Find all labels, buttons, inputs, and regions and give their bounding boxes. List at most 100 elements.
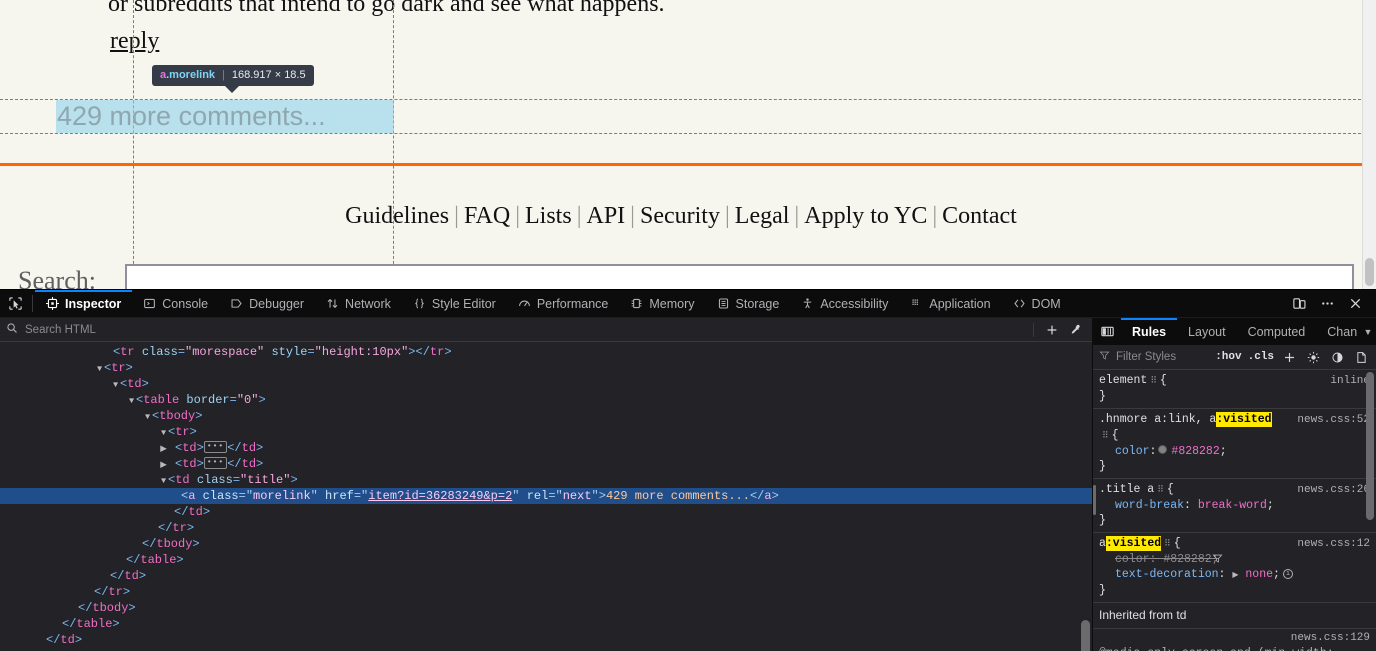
sun-icon[interactable] xyxy=(1304,348,1322,366)
markup-node[interactable]: </td> xyxy=(0,504,1092,520)
cls-toggle-button[interactable]: .cls xyxy=(1248,351,1274,363)
search-html-input[interactable]: Search HTML xyxy=(6,322,1021,337)
responsive-design-mode-icon[interactable] xyxy=(1286,291,1312,317)
footer-link-lists[interactable]: Lists xyxy=(525,203,572,229)
css-declaration[interactable]: text-decoration: ▶ none;i xyxy=(1099,567,1370,583)
meatball-menu-icon[interactable] xyxy=(1314,291,1340,317)
markup-node[interactable]: </tbody> xyxy=(0,600,1092,616)
rule-selector[interactable]: a xyxy=(1099,536,1106,551)
css-property-name[interactable]: color xyxy=(1115,445,1150,458)
collapsed-children-badge[interactable]: ••• xyxy=(204,457,227,469)
markup-node[interactable]: ▼<table border="0"> xyxy=(0,392,1092,408)
matched-selectors-icon[interactable]: ⠿ xyxy=(1157,483,1164,498)
node-attr-value[interactable]: morelink xyxy=(253,489,311,503)
tab-storage[interactable]: Storage xyxy=(706,290,791,318)
matched-selectors-icon[interactable]: ⠿ xyxy=(1164,537,1171,552)
twisty-expanded-icon[interactable]: ▼ xyxy=(143,409,152,425)
tab-performance[interactable]: Performance xyxy=(507,290,620,318)
css-property-name[interactable]: text-decoration xyxy=(1115,568,1219,581)
page-icon[interactable] xyxy=(1352,348,1370,366)
css-property-name[interactable]: word-break xyxy=(1115,499,1184,512)
markup-node[interactable]: </table> xyxy=(0,616,1092,632)
footer-link-contact[interactable]: Contact xyxy=(942,203,1017,229)
color-swatch-icon[interactable] xyxy=(1158,445,1167,454)
css-declaration[interactable]: color:#828282; xyxy=(1099,444,1370,459)
twisty-expanded-icon[interactable]: ▼ xyxy=(159,473,168,489)
matched-selectors-icon[interactable]: ⠿ xyxy=(1150,374,1157,389)
twisty-expanded-icon[interactable]: ▼ xyxy=(95,361,104,377)
markup-node[interactable]: <tr class="morespace" style="height:10px… xyxy=(0,344,1092,360)
footer-link-faq[interactable]: FAQ xyxy=(464,203,510,229)
tab-application[interactable]: Application xyxy=(899,290,1001,318)
rule-selector[interactable]: .hnmore a:link, a xyxy=(1099,412,1216,427)
node-text-content[interactable]: 429 more comments... xyxy=(606,489,750,503)
sidebar-tab-computed[interactable]: Computed xyxy=(1237,318,1317,345)
tab-style-editor[interactable]: Style Editor xyxy=(402,290,507,318)
info-icon[interactable]: i xyxy=(1283,569,1293,579)
plus-icon[interactable] xyxy=(1041,320,1063,340)
markup-node[interactable]: </tr> xyxy=(0,520,1092,536)
reply-link[interactable]: reply xyxy=(110,28,159,55)
twisty-collapsed-icon[interactable]: ▶ xyxy=(159,441,168,457)
node-attr-name[interactable]: rel xyxy=(527,489,549,503)
eyedropper-icon[interactable] xyxy=(1064,320,1086,340)
sidebar-tab-changes[interactable]: Chan xyxy=(1316,318,1359,345)
tab-console[interactable]: Console xyxy=(132,290,219,318)
sidebar-tab-rules[interactable]: Rules xyxy=(1121,318,1177,345)
search-input[interactable] xyxy=(125,264,1354,289)
markup-node[interactable]: ▶<td>•••</td> xyxy=(0,440,1092,456)
rule-source[interactable]: news.css:12 xyxy=(1289,537,1370,552)
sidebar-tab-layout[interactable]: Layout xyxy=(1177,318,1237,345)
markup-node[interactable]: ▼<tbody> xyxy=(0,408,1092,424)
element-picker-icon[interactable] xyxy=(0,290,30,318)
tab-inspector[interactable]: Inspector xyxy=(35,290,132,318)
markup-node[interactable]: </tbody> xyxy=(0,536,1092,552)
css-declaration[interactable]: word-break: break-word; xyxy=(1099,498,1370,513)
rules-list[interactable]: element ⠿ { inline } .hnmore a:link, a:v… xyxy=(1093,370,1376,651)
plus-icon[interactable] xyxy=(1280,348,1298,366)
selected-markup-node[interactable]: <a class="morelink" href="item?id=362832… xyxy=(0,488,1092,504)
markup-node[interactable]: ▼<td> xyxy=(0,376,1092,392)
markup-node[interactable]: ▼<td class="title"> xyxy=(0,472,1092,488)
close-icon[interactable] xyxy=(1342,291,1368,317)
markup-node[interactable]: </table> xyxy=(0,552,1092,568)
markup-node[interactable]: ▶<td>•••</td> xyxy=(0,456,1092,472)
rules-scrollbar-thumb[interactable] xyxy=(1366,372,1374,520)
footer-link-legal[interactable]: Legal xyxy=(735,203,790,229)
footer-link-api[interactable]: API xyxy=(587,203,626,229)
rules-vertical-scrollbar[interactable] xyxy=(1366,372,1374,562)
css-property-value[interactable]: #828282 xyxy=(1171,445,1219,458)
markup-node[interactable]: </td> xyxy=(0,632,1092,648)
css-property-value[interactable]: #828282 xyxy=(1163,553,1211,566)
tab-accessibility[interactable]: Accessibility xyxy=(790,290,899,318)
matched-selectors-icon[interactable]: ⠿ xyxy=(1102,429,1109,444)
tab-dom[interactable]: DOM xyxy=(1002,290,1072,318)
page-scrollbar-thumb[interactable] xyxy=(1365,258,1374,286)
media-rule[interactable]: news.css:129 @media only screen and (min… xyxy=(1093,629,1376,651)
twisty-expanded-icon[interactable]: ▼ xyxy=(111,377,120,393)
rule-source[interactable]: inline xyxy=(1322,374,1370,389)
more-comments-link[interactable]: 429 more comments... xyxy=(57,101,326,132)
footer-link-apply-to-yc[interactable]: Apply to YC xyxy=(804,203,927,229)
collapse-sidebar-icon[interactable] xyxy=(1093,318,1121,345)
markup-node[interactable]: ▼<tr> xyxy=(0,360,1092,376)
markup-node[interactable]: ▼<tr> xyxy=(0,424,1092,440)
node-href-value[interactable]: item?id=36283249&p=2 xyxy=(368,489,512,503)
twisty-collapsed-icon[interactable]: ▶ xyxy=(159,457,168,473)
footer-link-guidelines[interactable]: Guidelines xyxy=(345,203,449,229)
rule-title-a[interactable]: .title a ⠿ { news.css:26 word-break: bre… xyxy=(1093,479,1376,533)
rule-a-visited[interactable]: a:visited ⠿ { news.css:12 color: #828282… xyxy=(1093,533,1376,603)
css-property-name[interactable]: color xyxy=(1115,553,1150,566)
rule-selector[interactable]: .title a xyxy=(1099,482,1154,497)
rules-pane-resize-handle[interactable] xyxy=(1093,485,1096,515)
rule-element-inline[interactable]: element ⠿ { inline } xyxy=(1093,370,1376,409)
footer-link-security[interactable]: Security xyxy=(640,203,720,229)
rule-source[interactable]: news.css:52 xyxy=(1289,413,1370,428)
twisty-expanded-icon[interactable]: ▼ xyxy=(127,393,136,409)
markup-node[interactable]: </tr> xyxy=(0,584,1092,600)
css-property-value[interactable]: none xyxy=(1245,568,1273,581)
rule-hnmore-link[interactable]: .hnmore a:link, a:visited news.css:52 ⠿{… xyxy=(1093,409,1376,479)
markup-vertical-scrollbar[interactable] xyxy=(1081,342,1090,651)
hov-toggle-button[interactable]: :hov xyxy=(1215,351,1241,363)
page-vertical-scrollbar[interactable] xyxy=(1362,0,1376,289)
